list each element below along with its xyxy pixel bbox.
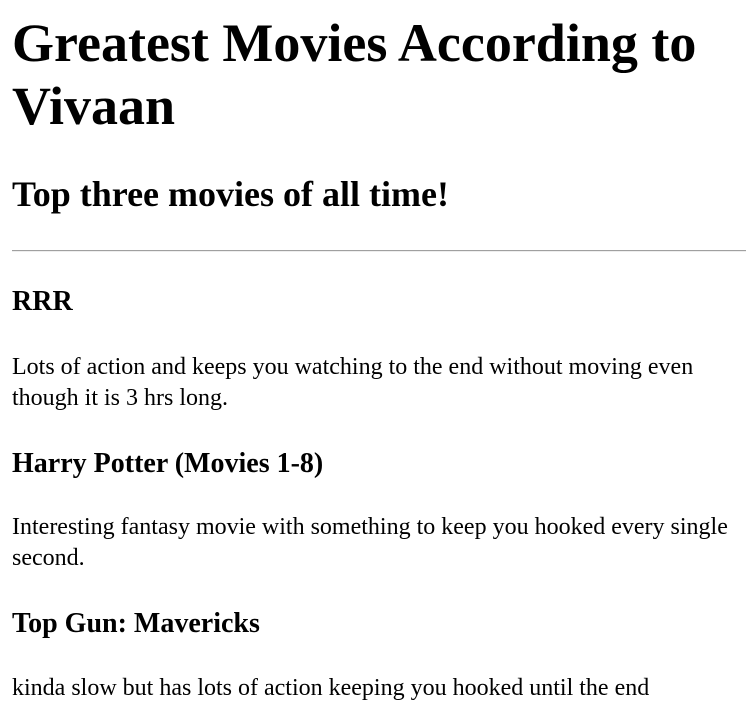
movie-title-harry-potter: Harry Potter (Movies 1-8) — [12, 448, 324, 479]
movie-title-rrr: RRR — [12, 286, 73, 317]
movie-description-top-gun: kinda slow but has lots of action keepin… — [12, 675, 650, 701]
movie-description-harry-potter: Interesting fantasy movie with something… — [12, 514, 728, 571]
page-title: Greatest Movies According to Vivaan — [12, 13, 697, 136]
divider — [12, 250, 746, 252]
page-subtitle: Top three movies of all time! — [12, 174, 449, 214]
movie-description-rrr: Lots of action and keeps you watching to… — [12, 354, 694, 411]
page: Greatest Movies According to Vivaan Top … — [0, 0, 746, 724]
movie-title-top-gun: Top Gun: Mavericks — [12, 608, 260, 639]
